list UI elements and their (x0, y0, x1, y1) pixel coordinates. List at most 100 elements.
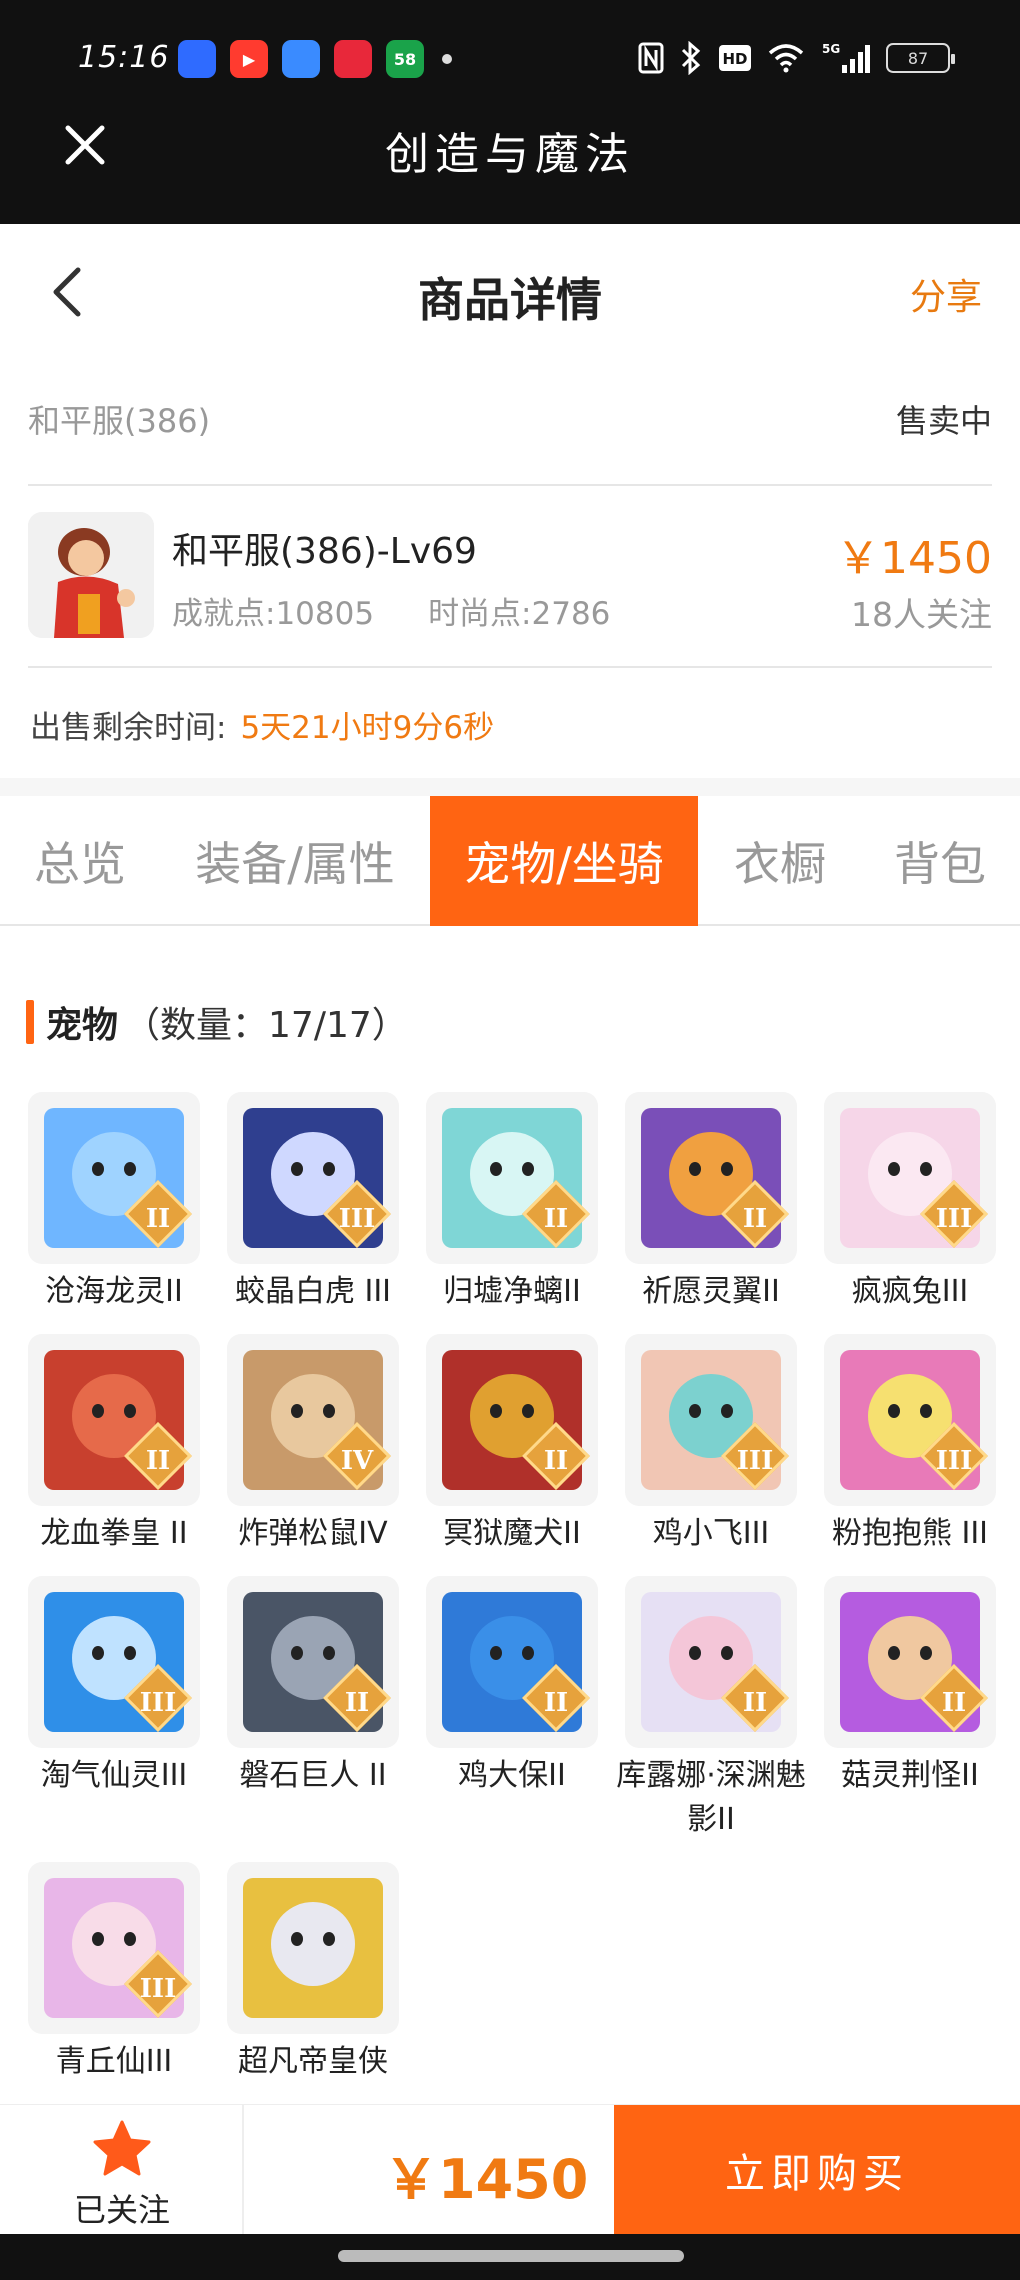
pet-artwork-eye (689, 1646, 701, 1660)
follow-label: 已关注 (73, 2191, 170, 2229)
svg-text:HD: HD (722, 50, 747, 68)
pet-image (227, 1862, 399, 2034)
pet-artwork-eye (323, 1162, 335, 1176)
pet-card[interactable]: III 粉抱抱熊 III (824, 1334, 1000, 1556)
status-badge: 售卖中 (895, 402, 992, 440)
pet-artwork-eye (522, 1646, 534, 1660)
signal-5g-icon: 5G (820, 40, 870, 76)
pet-artwork-eye (721, 1404, 733, 1418)
pet-artwork-eye (888, 1162, 900, 1176)
58-app-icon: 58 (386, 40, 424, 78)
remaining-time-row: 出售剩余时间: 5天21小时9分6秒 (30, 702, 494, 747)
pet-artwork-eye (323, 1404, 335, 1418)
server-name: 和平服(386) (28, 402, 211, 440)
pet-image: II (28, 1092, 200, 1264)
rank-badge-label: III (935, 1446, 973, 1476)
system-icons: HD 5G 87 (638, 40, 955, 76)
pet-artwork-eye (490, 1646, 502, 1660)
divider (28, 666, 992, 668)
notification-app-icons: ▶ 58 (178, 40, 452, 78)
pet-card[interactable]: II 磐石巨人 II (227, 1576, 403, 1798)
pet-card[interactable]: II 库露娜·深渊魅影II (616, 1576, 806, 1842)
page-title: 商品详情 (418, 273, 602, 327)
rank-badge-label: II (543, 1688, 569, 1718)
pet-card[interactable]: II 沧海龙灵II (28, 1092, 204, 1314)
rank-badge-label: III (338, 1204, 376, 1234)
pet-card[interactable]: II 菇灵荆怪II (824, 1576, 1000, 1798)
pet-card[interactable]: II 龙血拳皇 II (28, 1334, 204, 1556)
pet-card[interactable]: II 冥狱魔犬II (426, 1334, 602, 1556)
pet-artwork-eye (920, 1646, 932, 1660)
tab-pets-mounts[interactable]: 宠物/坐骑 (430, 796, 698, 926)
pet-card[interactable]: II 归墟净螭II (426, 1092, 602, 1314)
pet-name: 库露娜·深渊魅影II (616, 1758, 806, 1837)
home-gesture-bar[interactable] (338, 2250, 684, 2262)
pets-section-header: 宠物 （数量：17/17） (26, 998, 408, 1046)
bottom-action-bar: 已关注 ￥1450 立即购买 (0, 2104, 1020, 2235)
pet-name: 菇灵荆怪II (841, 1758, 979, 1793)
top-bar: 15:16 ▶ 58 HD 5G 87 创造与魔法 (0, 0, 1020, 224)
more-notifications-dot (442, 54, 452, 64)
star-icon (92, 2119, 152, 2179)
rank-badge-label: III (139, 1974, 177, 2004)
pet-image: III (28, 1862, 200, 2034)
pets-section-title: 宠物 (46, 1005, 119, 1046)
pet-artwork-eye (323, 1646, 335, 1660)
share-button[interactable]: 分享 (910, 268, 982, 320)
tab-wardrobe[interactable]: 衣橱 (710, 796, 850, 926)
pet-image: II (227, 1576, 399, 1748)
hd-icon: HD (718, 40, 752, 76)
rank-badge-label: III (736, 1446, 774, 1476)
pet-image: II (625, 1092, 797, 1264)
character-name: 和平服(386)-Lv69 (172, 531, 477, 572)
pet-card[interactable]: IV 炸弹松鼠IV (227, 1334, 403, 1556)
bottom-price: ￥1450 (384, 2148, 589, 2211)
pet-image: IV (227, 1334, 399, 1506)
section-accent-bar (26, 1000, 34, 1044)
pet-image: II (426, 1092, 598, 1264)
app-title: 创造与魔法 (385, 129, 635, 180)
pet-image: III (28, 1576, 200, 1748)
pet-name: 超凡帝皇侠 (238, 2044, 388, 2079)
pet-image: III (227, 1092, 399, 1264)
pet-name: 粉抱抱熊 III (831, 1516, 989, 1551)
pet-artwork-eye (92, 1646, 104, 1660)
status-bar: 15:16 ▶ 58 HD 5G 87 (0, 30, 1020, 94)
pet-card[interactable]: III 淘气仙灵III (28, 1576, 204, 1798)
tab-equipment[interactable]: 装备/属性 (170, 796, 420, 926)
pet-card[interactable]: III 鸡小飞III (625, 1334, 801, 1556)
buy-now-button[interactable]: 立即购买 (614, 2105, 1020, 2235)
pet-card[interactable]: III 疯疯兔III (824, 1092, 1000, 1314)
bluetooth-icon (680, 40, 702, 76)
pet-card[interactable]: 超凡帝皇侠 (227, 1862, 403, 2084)
tab-overview[interactable]: 总览 (0, 796, 160, 926)
pet-artwork-eye (888, 1646, 900, 1660)
character-summary[interactable]: 和平服(386)-Lv69 成就点:10805 时尚点:2786 ￥1450 1… (28, 508, 992, 638)
pet-name: 祈愿灵翼II (642, 1274, 780, 1309)
pet-artwork-eye (124, 1162, 136, 1176)
pet-name: 鸡大保II (458, 1758, 566, 1793)
pet-artwork-eye (92, 1162, 104, 1176)
system-navigation-bar (0, 2234, 1020, 2280)
wifi-icon (768, 40, 804, 76)
pet-artwork-eye (689, 1404, 701, 1418)
followers-count: 18人关注 (851, 595, 992, 634)
pet-artwork-eye (323, 1932, 335, 1946)
pet-artwork-eye (124, 1932, 136, 1946)
follow-button[interactable]: 已关注 (0, 2105, 244, 2235)
pet-card[interactable]: III 青丘仙III (28, 1862, 204, 2084)
pet-artwork-eye (124, 1404, 136, 1418)
pet-card[interactable]: II 祈愿灵翼II (625, 1092, 801, 1314)
pet-card[interactable]: II 鸡大保II (426, 1576, 602, 1798)
pet-artwork-eye (291, 1646, 303, 1660)
tab-backpack[interactable]: 背包 (870, 796, 1010, 926)
pet-card[interactable]: III 蛟晶白虎 III (227, 1092, 403, 1314)
pet-artwork-eye (490, 1404, 502, 1418)
pet-name: 蛟晶白虎 III (234, 1274, 392, 1309)
qq-browser-icon (178, 40, 216, 78)
pet-name: 青丘仙III (55, 2044, 173, 2079)
rank-badge-label: III (139, 1688, 177, 1718)
rank-badge-label: II (543, 1446, 569, 1476)
video-icon: ▶ (230, 40, 268, 78)
pet-artwork-eye (124, 1646, 136, 1660)
